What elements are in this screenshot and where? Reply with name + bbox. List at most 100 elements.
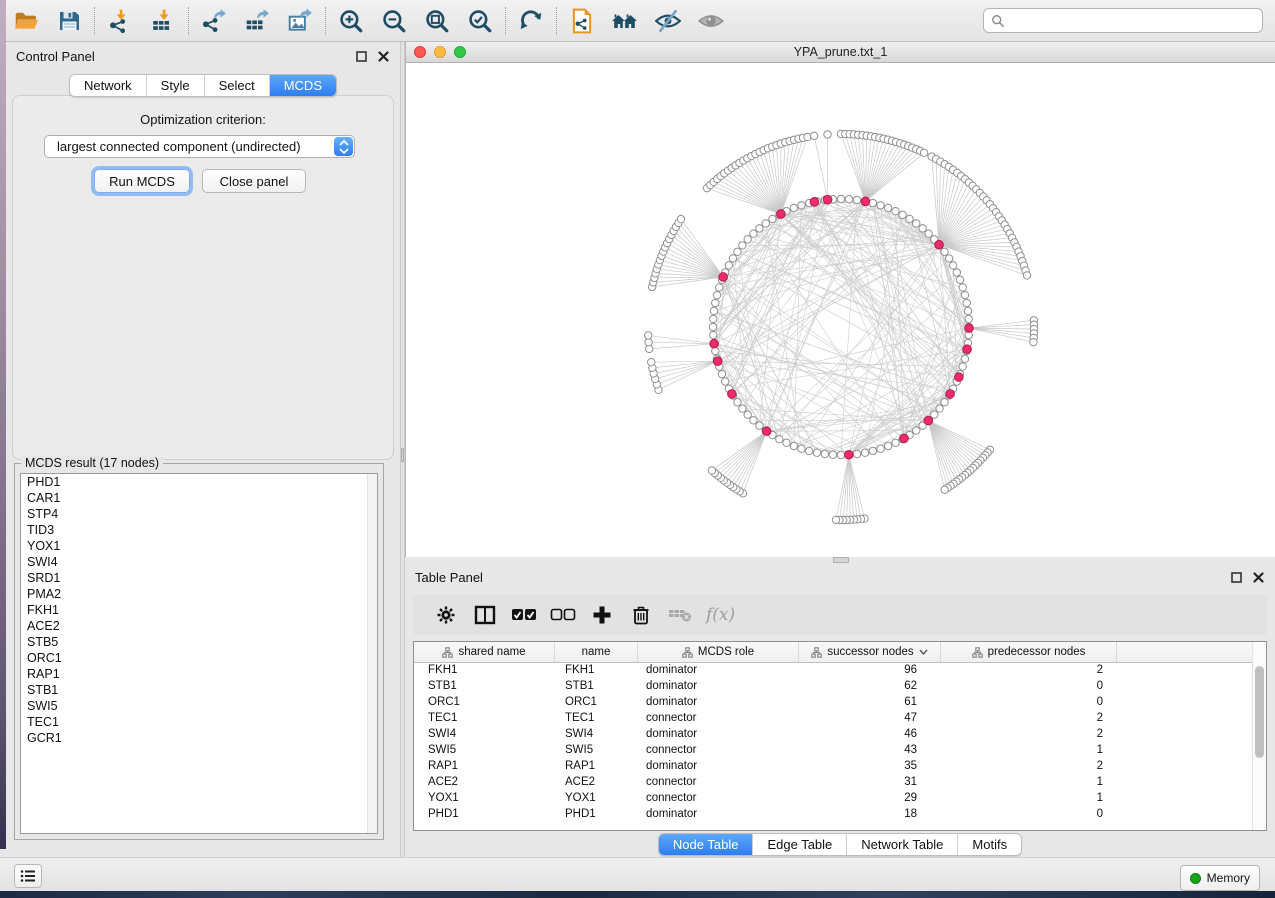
open-file-button[interactable] [12, 7, 40, 35]
network-graph[interactable] [406, 63, 1275, 557]
mcds-result-item[interactable]: STP4 [21, 506, 377, 522]
mcds-result-item[interactable]: TEC1 [21, 714, 377, 730]
network-canvas[interactable] [406, 63, 1275, 557]
cell-successor_nodes: 18 [799, 808, 941, 820]
table-row-ORC1[interactable]: ORC1ORC1dominator610 [414, 694, 1255, 710]
criterion-dropdown[interactable]: largest connected component (undirected) [44, 135, 355, 158]
tab-select[interactable]: Select [205, 75, 270, 96]
table-row-ACE2[interactable]: ACE2ACE2connector311 [414, 774, 1255, 790]
close-panel-icon[interactable] [1251, 570, 1265, 584]
mcds-result-item[interactable]: RAP1 [21, 666, 377, 682]
mcds-result-item[interactable]: GCR1 [21, 730, 377, 746]
table-row-SWI5[interactable]: SWI5SWI5connector431 [414, 742, 1255, 758]
refresh-button[interactable] [517, 7, 545, 35]
table-row-PHD1[interactable]: PHD1PHD1dominator180 [414, 806, 1255, 822]
create-column-button[interactable] [589, 602, 615, 628]
mcds-result-item[interactable]: FKH1 [21, 602, 377, 618]
table-row-FKH1[interactable]: FKH1FKH1dominator962 [414, 662, 1255, 678]
tab-network[interactable]: Network [70, 75, 147, 96]
export-table-icon [244, 8, 270, 34]
export-network-button[interactable] [200, 7, 228, 35]
table-scrollbar-thumb[interactable] [1255, 666, 1264, 758]
mcds-result-item[interactable]: ORC1 [21, 650, 377, 666]
tab-style[interactable]: Style [147, 75, 205, 96]
toolbar-separator [188, 7, 189, 35]
zoom-out-button[interactable] [380, 7, 408, 35]
cell-successor_nodes: 46 [799, 728, 941, 740]
column-header-successor-nodes[interactable]: successor nodes [799, 642, 941, 662]
select-all-rows-button[interactable] [511, 602, 537, 628]
mcds-result-item[interactable]: TID3 [21, 522, 377, 538]
mcds-list-scrollbar[interactable] [367, 474, 377, 833]
search-input[interactable] [1010, 13, 1255, 29]
table-row-SWI4[interactable]: SWI4SWI4dominator462 [414, 726, 1255, 742]
import-network-button[interactable] [106, 7, 134, 35]
cell-predecessor_nodes: 0 [941, 680, 1117, 692]
mcds-result-item[interactable]: PHD1 [21, 474, 377, 490]
control-panel: Control Panel NetworkStyleSelectMCDS Opt… [6, 42, 400, 857]
select-columns-button[interactable] [472, 602, 498, 628]
columns-icon [474, 605, 496, 625]
close-panel-icon[interactable] [376, 49, 390, 63]
gear-icon [436, 605, 456, 625]
mcds-result-list[interactable]: PHD1CAR1STP4TID3YOX1SWI4SRD1PMA2FKH1ACE2… [20, 473, 378, 834]
table-scrollbar[interactable] [1252, 642, 1266, 830]
tab-edge-table[interactable]: Edge Table [753, 834, 847, 855]
mcds-result-item[interactable]: SWI4 [21, 554, 377, 570]
save-session-button[interactable] [55, 7, 83, 35]
mcds-result-item[interactable]: SWI5 [21, 698, 377, 714]
cell-successor_nodes: 29 [799, 792, 941, 804]
table-row-YOX1[interactable]: YOX1YOX1connector291 [414, 790, 1255, 806]
task-history-button[interactable] [14, 864, 42, 888]
column-header-MCDS-role[interactable]: MCDS role [638, 642, 799, 662]
home-networks-button[interactable] [611, 7, 639, 35]
column-header-name[interactable]: name [555, 642, 638, 662]
mcds-result-item[interactable]: STB1 [21, 682, 377, 698]
table-row-TEC1[interactable]: TEC1TEC1connector472 [414, 710, 1255, 726]
import-table-icon [150, 8, 176, 34]
cell-shared_name: ORC1 [414, 696, 555, 708]
mcds-result-item[interactable]: SRD1 [21, 570, 377, 586]
delete-table-button-disabled[interactable] [667, 602, 693, 628]
export-image-button[interactable] [286, 7, 314, 35]
function-builder-button-disabled[interactable]: f(x) [706, 605, 735, 625]
eye-slash-icon [654, 8, 682, 34]
mcds-result-item[interactable]: PMA2 [21, 586, 377, 602]
zoom-selected-button[interactable] [466, 7, 494, 35]
mcds-result-item[interactable]: ACE2 [21, 618, 377, 634]
memory-button[interactable]: Memory [1180, 865, 1260, 891]
splitter-handle[interactable] [401, 448, 404, 462]
mcds-result-item[interactable]: STB5 [21, 634, 377, 650]
cell-shared_name: FKH1 [414, 664, 555, 676]
float-panel-icon[interactable] [354, 49, 368, 63]
list-icon [20, 869, 36, 883]
zoom-fit-button[interactable] [423, 7, 451, 35]
column-header-predecessor-nodes[interactable]: predecessor nodes [941, 642, 1117, 662]
run-mcds-button[interactable]: Run MCDS [94, 169, 190, 193]
cell-mcds_role: dominator [638, 760, 799, 772]
column-header-shared-name[interactable]: shared name [414, 642, 555, 662]
import-table-button[interactable] [149, 7, 177, 35]
mcds-result-item[interactable]: YOX1 [21, 538, 377, 554]
cell-mcds_role: dominator [638, 728, 799, 740]
zoom-in-button[interactable] [337, 7, 365, 35]
table-row-RAP1[interactable]: RAP1RAP1dominator352 [414, 758, 1255, 774]
deselect-all-rows-button[interactable] [550, 602, 576, 628]
eye-button[interactable] [697, 7, 725, 35]
close-panel-button[interactable]: Close panel [202, 169, 306, 193]
float-panel-icon[interactable] [1229, 570, 1243, 584]
tab-mcds[interactable]: MCDS [270, 75, 336, 96]
table-row-STB1[interactable]: STB1STB1dominator620 [414, 678, 1255, 694]
delete-columns-button[interactable] [628, 602, 654, 628]
tab-node-table[interactable]: Node Table [659, 834, 754, 855]
mcds-result-item[interactable]: CAR1 [21, 490, 377, 506]
export-table-button[interactable] [243, 7, 271, 35]
search-box[interactable] [983, 8, 1263, 33]
share-document-button[interactable] [568, 7, 596, 35]
table-settings-button[interactable] [433, 602, 459, 628]
criterion-dropdown-value: largest connected component (undirected) [57, 139, 301, 154]
tab-network-table[interactable]: Network Table [847, 834, 958, 855]
hide-unhide-button[interactable] [654, 7, 682, 35]
tab-motifs[interactable]: Motifs [958, 834, 1021, 855]
cell-predecessor_nodes: 1 [941, 744, 1117, 756]
